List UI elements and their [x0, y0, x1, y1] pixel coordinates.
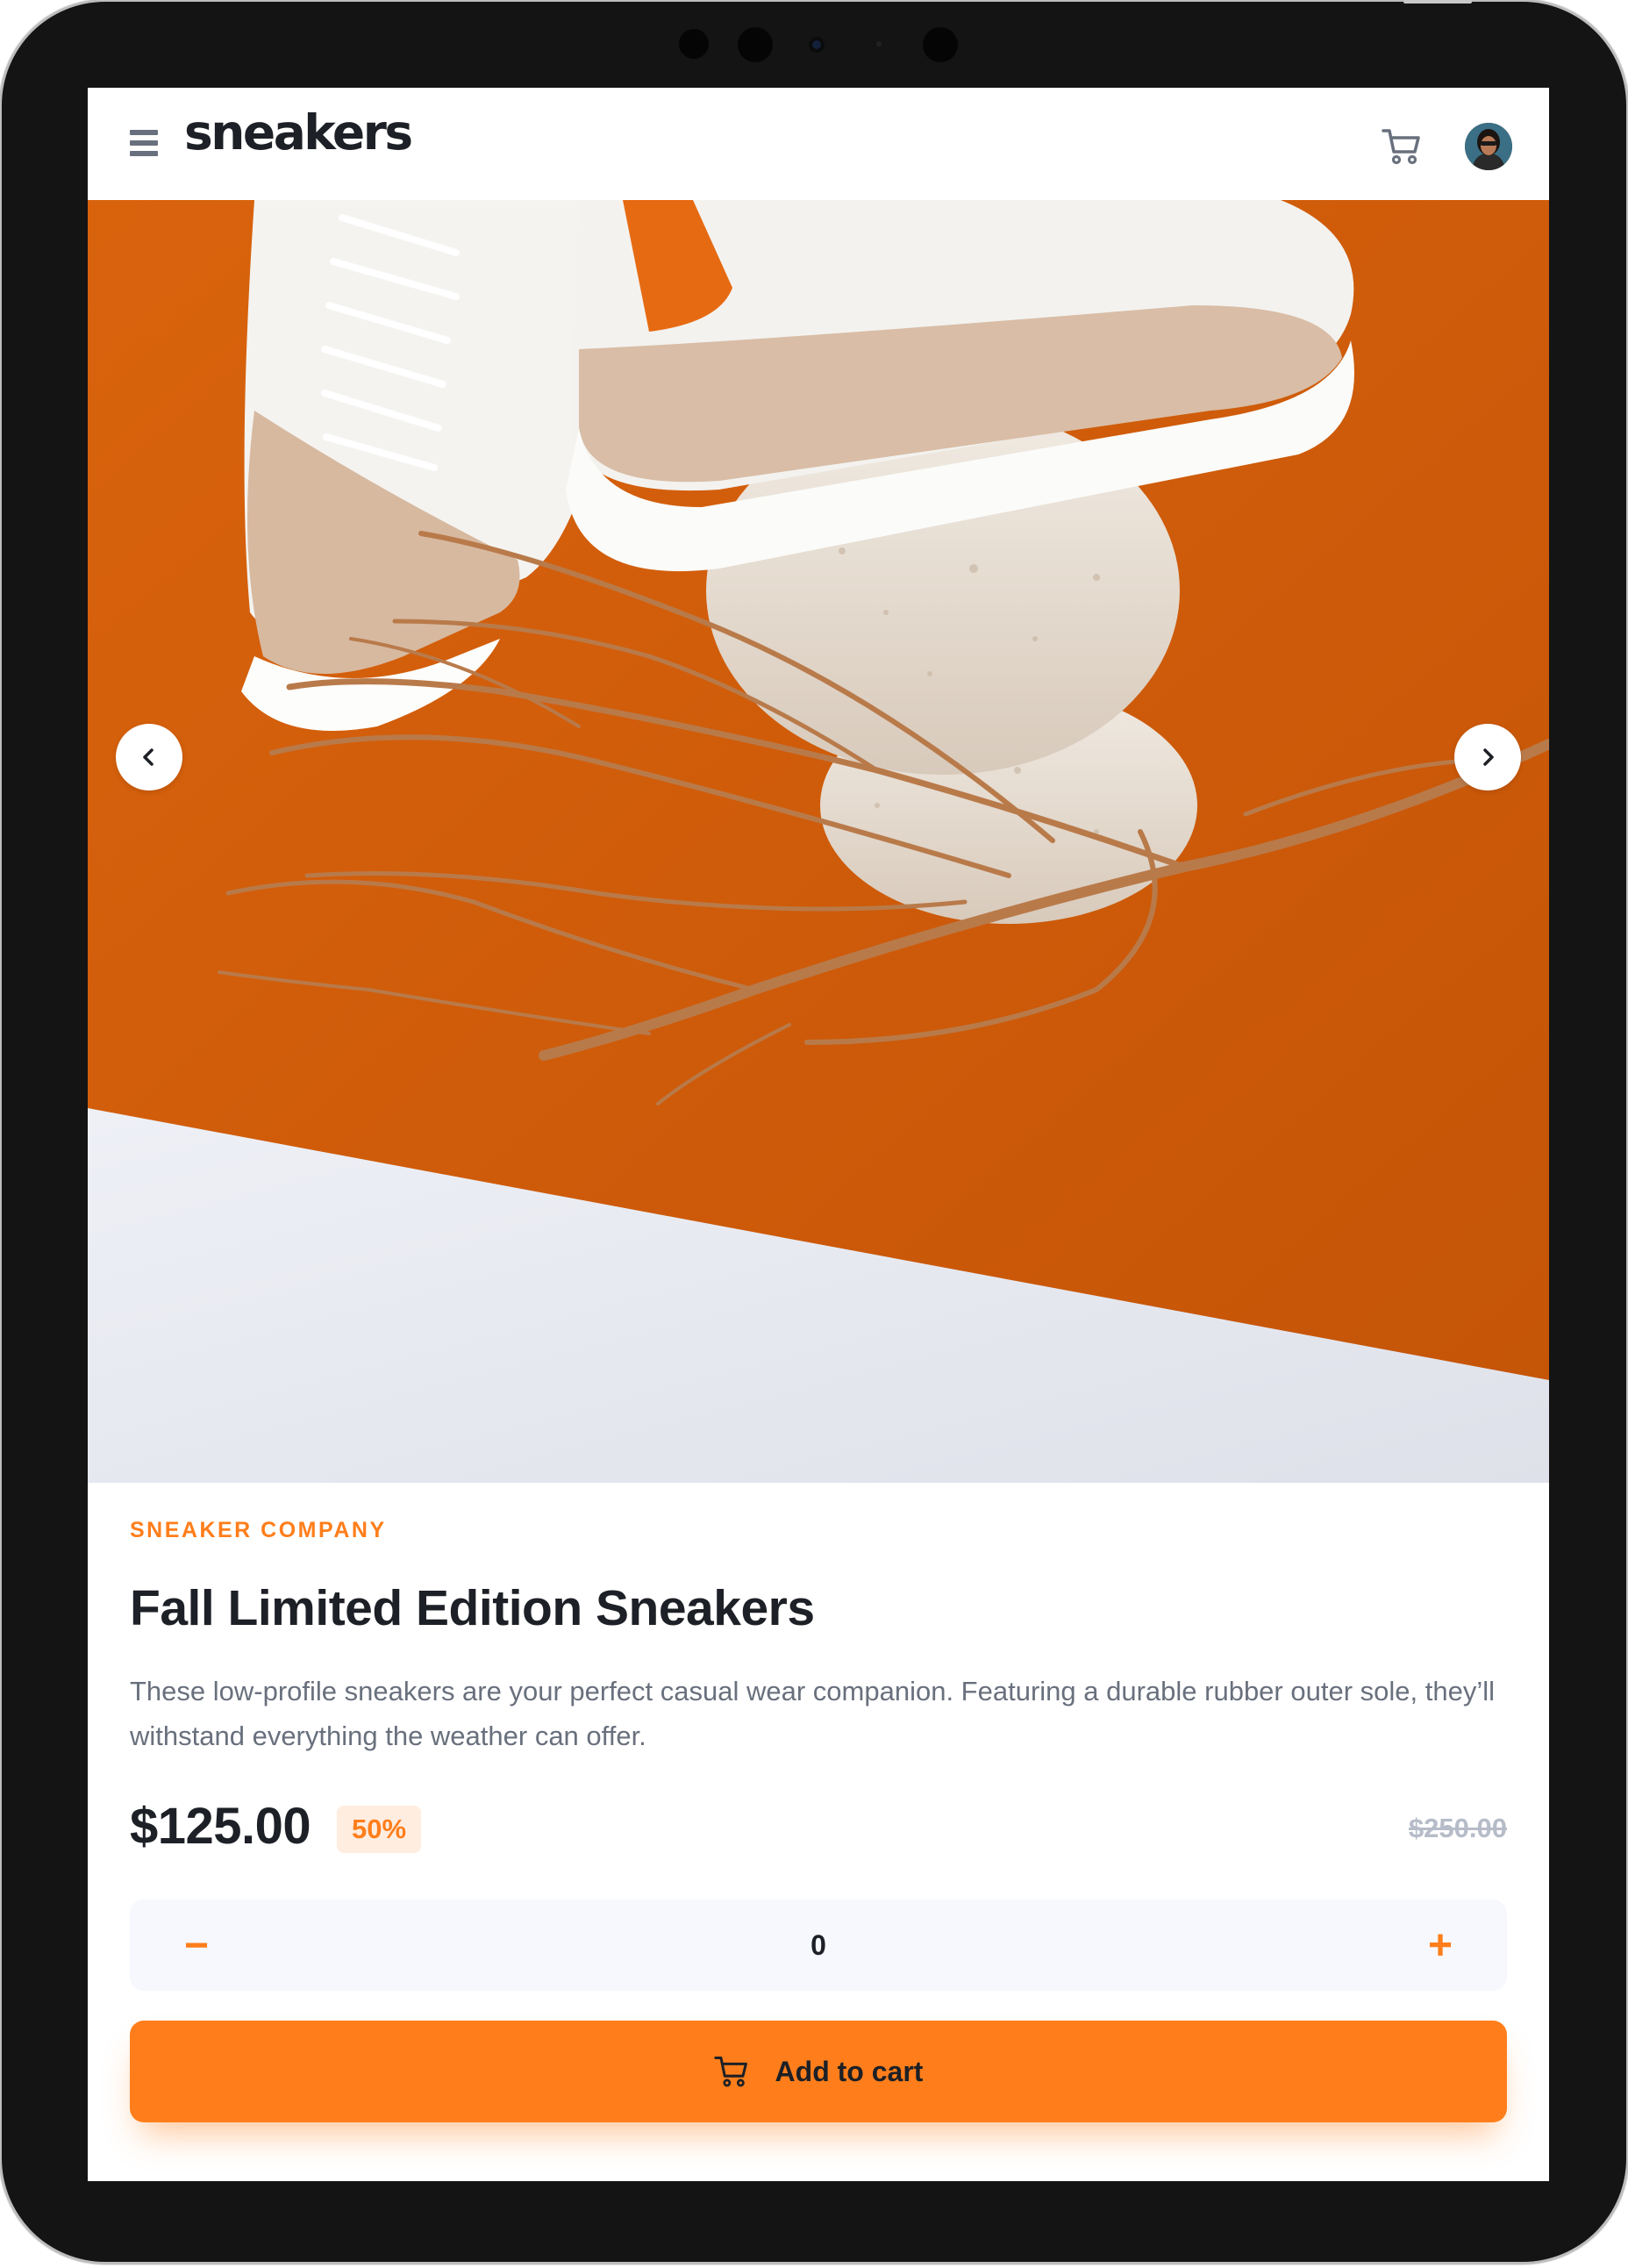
discount-badge: 50%: [337, 1806, 421, 1853]
tablet-frame: sneakers SNEAKER COMPANY Fall Limited Ed…: [2, 0, 1626, 2262]
power-button: [1403, 0, 1472, 4]
cart-icon: [713, 2056, 747, 2087]
quantity-value: 0: [810, 1929, 826, 1961]
screen: sneakers SNEAKER COMPANY Fall Limited Ed…: [88, 88, 1549, 2181]
front-sensor: [738, 27, 773, 62]
chevron-left-icon: [143, 748, 154, 766]
logo[interactable]: sneakers: [184, 109, 413, 157]
ambient-light-sensor: [876, 41, 882, 47]
original-price: $250.00: [1408, 1813, 1507, 1843]
previous-image-button[interactable]: [116, 724, 182, 791]
user-avatar[interactable]: [1465, 123, 1512, 170]
top-navigation: sneakers: [88, 88, 1549, 200]
next-image-button[interactable]: [1454, 724, 1521, 791]
company-label: SNEAKER COMPANY: [130, 1518, 387, 1542]
chevron-right-icon: [1483, 748, 1494, 766]
cart-icon[interactable]: [1382, 127, 1422, 166]
product-image: [88, 200, 1549, 1483]
increase-quantity-button[interactable]: +: [1395, 1900, 1486, 1991]
current-price: $125.00: [130, 1798, 311, 1855]
product-title: Fall Limited Edition Sneakers: [130, 1580, 815, 1636]
front-sensor: [923, 27, 958, 62]
add-to-cart-button[interactable]: Add to cart: [130, 2021, 1507, 2122]
front-camera: [809, 37, 825, 53]
product-description: These low-profile sneakers are your perf…: [130, 1676, 1495, 1751]
hamburger-menu-icon[interactable]: [130, 130, 158, 156]
decrease-quantity-button[interactable]: −: [151, 1900, 242, 1991]
add-to-cart-label: Add to cart: [775, 2055, 924, 2087]
quantity-stepper: 0 − +: [130, 1900, 1507, 1991]
front-sensor: [679, 29, 709, 59]
